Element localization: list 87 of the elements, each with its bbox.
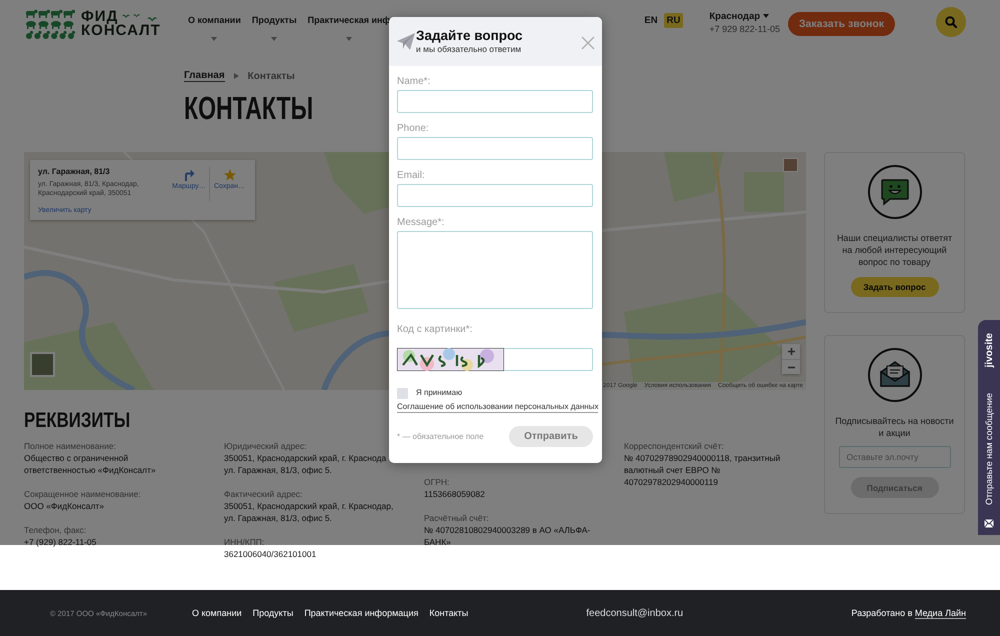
email-input-field[interactable]: Оставьте эл.почту: [838, 446, 950, 468]
requisite-value: 1153668059082: [424, 488, 486, 500]
nav-link[interactable]: Практическая инф: [308, 0, 390, 48]
requisite-label: ИНН/КПП:: [224, 536, 266, 548]
breadcrumb-link[interactable]: Главная: [184, 70, 225, 82]
input-field[interactable]: [397, 137, 593, 160]
chat-widget-label: Отправьте нам сообщение: [984, 393, 994, 506]
requisite-label: ОГРН:: [424, 476, 450, 488]
dialog-subtitle: и мы обязательно ответим: [416, 44, 522, 55]
requisite-label: Телефон, факс:: [24, 524, 88, 536]
dialog-title: Задайте вопрос: [416, 27, 523, 44]
requisite-value: Общество с ограниченной ответственностью «ФидКонсалт»: [24, 452, 157, 476]
star-icon: [224, 169, 236, 181]
requisite-value: ООО «ФидКонсалт»: [24, 500, 106, 512]
language-option[interactable]: EN: [641, 12, 661, 28]
phone-number: +7 929 822-11-05: [709, 24, 780, 34]
field-label: Name*:: [397, 76, 432, 88]
requisite-label: Сокращенное наименование:: [24, 488, 142, 500]
minus-icon: [788, 364, 794, 370]
requisite-label: Полное наименование:: [24, 440, 117, 452]
field-label: Phone:: [397, 123, 430, 135]
close-icon: [581, 36, 595, 50]
envelope-icon: [984, 519, 994, 528]
flying-birds-icon: [122, 12, 158, 22]
nav-link[interactable]: Продукты: [252, 0, 297, 48]
chevron-down-icon: [211, 37, 218, 41]
requisite-value: 350051, Краснодарский край, г. Краснодар, ул. Гаражная, 81/3, офис 5.: [224, 500, 394, 524]
captcha-field[interactable]: [504, 348, 593, 371]
search-icon: [945, 16, 957, 28]
submit-button[interactable]: Отправить: [509, 426, 593, 447]
zoom-in-button[interactable]: [782, 344, 800, 359]
requisite-value: 350051, Краснодарский край, г. Краснода ул. Гаражная, 81/3, офис 5.: [224, 452, 388, 476]
search-button[interactable]: [936, 7, 966, 37]
field-label: Код с картинки*:: [397, 324, 474, 336]
open-envelope-icon: [868, 348, 922, 402]
input-field[interactable]: [397, 90, 593, 113]
requisite-label: Расчётный счёт:: [424, 512, 490, 524]
photo-placeholder[interactable]: [783, 158, 798, 172]
developer-link[interactable]: Медиа Лайн: [914, 608, 966, 619]
requisite-label: Юридический адрес:: [224, 440, 308, 452]
card-text: Подписывайтесь на новости и акции: [834, 415, 955, 439]
smiling-chat-bubble-icon: [868, 165, 922, 219]
agreement-link[interactable]: Соглашение об использовании персональных данных: [397, 401, 598, 413]
requisite-value: 3621006040/362101001: [224, 548, 318, 560]
place-title: ул. Гаражная, 81/3: [38, 167, 111, 176]
breadcrumb-separator-icon: [234, 73, 239, 79]
footer-nav-link[interactable]: О компании: [192, 608, 242, 618]
section-title: РЕКВИЗИТЫ: [24, 410, 130, 432]
animals-logo-icon: [25, 8, 77, 40]
plus-icon: [788, 348, 794, 355]
developer-credit: Разработано в Медиа Лайн: [851, 608, 966, 618]
footer-nav-link[interactable]: Контакты: [429, 608, 468, 618]
input-field[interactable]: [397, 184, 593, 207]
language-option[interactable]: RU: [664, 12, 684, 28]
field-label: Message*:: [397, 217, 446, 229]
requisite-label: Фактический адрес:: [224, 488, 304, 500]
paper-plane-icon: [397, 33, 415, 50]
chat-widget-brand: jivosite: [984, 333, 994, 368]
breadcrumb-current: Контакты: [248, 70, 295, 82]
close-button[interactable]: [581, 36, 595, 50]
chevron-down-icon: [271, 37, 278, 41]
page-title: КОНТАКТЫ: [184, 93, 314, 123]
footer-nav-link[interactable]: Практическая информация: [304, 608, 418, 618]
zoom-out-button[interactable]: [782, 359, 800, 374]
logo-text: КОНСАЛТ: [81, 24, 161, 38]
nav-link[interactable]: О компании: [188, 0, 241, 48]
chat-widget-tab[interactable]: jivosite Отправьте нам сообщение: [978, 320, 1000, 535]
ask-question-button[interactable]: Задать вопрос: [850, 277, 938, 297]
directions-icon: [183, 169, 195, 181]
footer-nav-link[interactable]: Продукты: [252, 608, 294, 618]
consent-label: Я принимаю: [416, 387, 462, 399]
chevron-down-icon: [346, 37, 352, 41]
requisite-value: № 40702978902940000118, транзитный валютный счет ЕВРО № 40702978202940000119: [624, 452, 782, 488]
city-selector[interactable]: Краснодар: [709, 10, 780, 22]
consent-checkbox[interactable]: [397, 388, 408, 398]
required-field-note: * — обязательное поле: [397, 432, 484, 441]
card-text: Наши специалисты ответят на любой интересующий вопрос по товару: [836, 232, 954, 268]
message-field[interactable]: [397, 231, 593, 309]
requisite-value: № 40702810802940003289 в АО «АЛЬФА- БАНК»: [424, 524, 592, 548]
callback-button[interactable]: Заказать звонок: [788, 12, 895, 36]
field-label: Email:: [397, 170, 426, 182]
requisite-label: Корреспондентский счёт:: [624, 440, 725, 452]
caret-icon: [763, 14, 770, 18]
email-link[interactable]: feedconsult@inbox.ru: [586, 608, 684, 618]
logo-text: ФИД: [81, 10, 118, 24]
satellite-view-thumbnail[interactable]: [30, 352, 55, 377]
requisite-value: +7 (929) 822-11-05: [24, 536, 98, 548]
